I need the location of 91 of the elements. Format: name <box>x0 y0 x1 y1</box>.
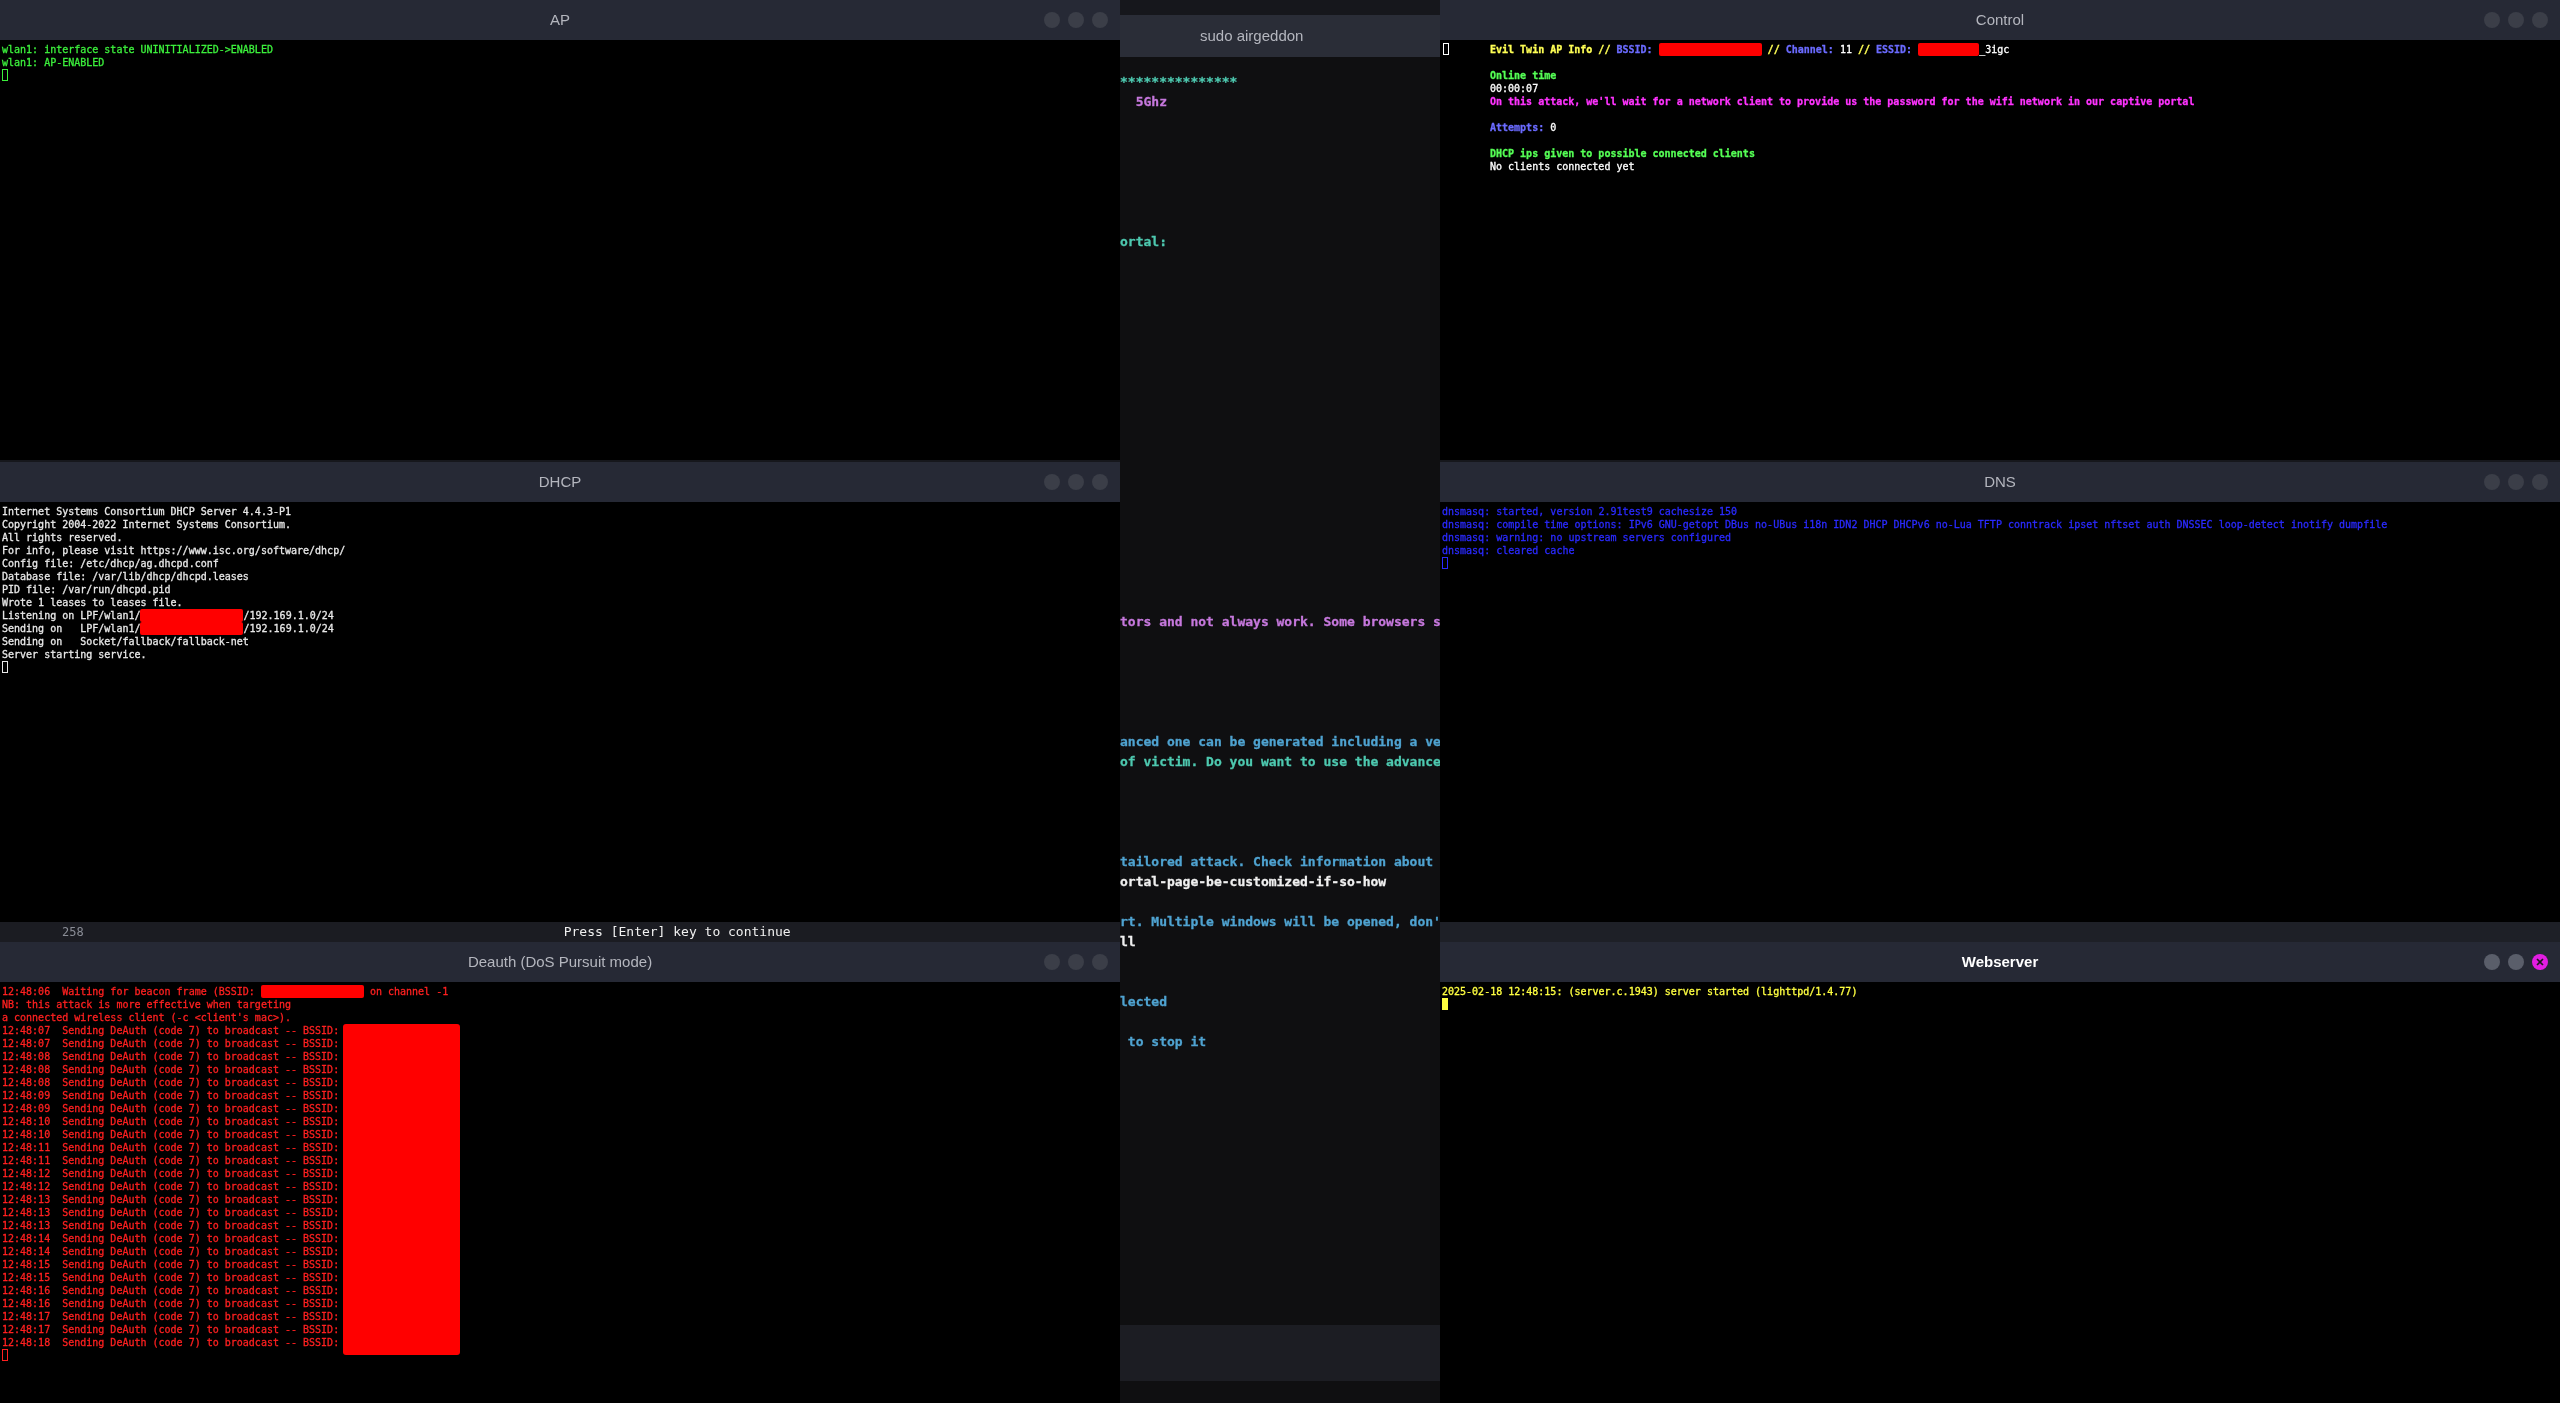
terminal-text: ortal-page-be-customized-if-so-how <box>1120 874 1387 889</box>
terminal-text: 12:48:13 Sending DeAuth (code 7) to broadcast -- BSSID: <box>2 1207 340 1218</box>
terminal-text: tailored attack. Check information about <box>1120 854 1434 869</box>
terminal-text: a connected wireless client (-c <client's mac>). <box>2 1012 291 1023</box>
terminal-text: Listening on LPF/wlan1/ <box>2 610 141 621</box>
minimize-button[interactable] <box>2484 954 2500 970</box>
terminal-text: lected <box>1120 994 1167 1009</box>
terminal-text: Config file: /etc/dhcp/ag.dhcpd.conf <box>2 558 219 569</box>
terminal-text: 00:00:07 <box>1490 83 1539 94</box>
terminal-text: 12:48:08 Sending DeAuth (code 7) to broadcast -- BSSID: <box>2 1064 340 1075</box>
terminal-text: 12:48:07 Sending DeAuth (code 7) to broadcast -- BSSID: <box>2 1038 340 1049</box>
terminal-text: /192.169.1.0/24 <box>243 610 334 621</box>
terminal-text: Internet Systems Consortium DHCP Server 4.4.3-P1 <box>2 506 291 517</box>
line-number: 258 <box>62 924 84 940</box>
terminal-text: _3igc <box>1979 44 2010 55</box>
terminal-text: dnsmasq: compile time options: IPv6 GNU-getopt DBus no-UBus i18n IDN2 DHCP DHCPv6 no-Lua TFTP conntrack ipset nftset auth DNSSEC loop-detect inotify dumpfile <box>1442 519 2388 530</box>
terminal-text: *************** <box>1120 74 1238 89</box>
terminal-text: 12:48:14 Sending DeAuth (code 7) to broadcast -- BSSID: <box>2 1233 340 1244</box>
terminal-text: anced one can be generated including a ve <box>1120 734 1440 749</box>
terminal-text: rt. Multiple windows will be opened, don' <box>1120 914 1440 929</box>
terminal-text: 2025-02-18 12:48:15: (server.c.1943) server started (lighttpd/1.4.77) <box>1442 986 1858 997</box>
terminal-text: Database file: /var/lib/dhcp/dhcpd.leases <box>2 571 249 582</box>
terminal-text: For info, please visit https://www.isc.org/software/dhcp/ <box>2 545 346 556</box>
window-title: sudo airgeddon <box>1200 25 1304 46</box>
terminal-text: 12:48:06 Waiting for beacon frame (BSSID: <box>2 986 256 997</box>
window-title: AP <box>550 9 570 30</box>
terminal-text: wlan1: interface state UNINITIALIZED->ENABLED <box>2 44 273 55</box>
terminal-text: ESSID: <box>1876 44 1914 55</box>
terminal-text: 12:48:17 Sending DeAuth (code 7) to broadcast -- BSSID: <box>2 1311 340 1322</box>
window-title: Control <box>1975 9 2025 30</box>
terminal-text: tors and not always work. Some browsers s <box>1120 614 1440 629</box>
terminal-text: 11 <box>1839 44 1853 55</box>
terminal-text: on channel -1 <box>368 986 449 997</box>
terminal-text: 12:48:12 Sending DeAuth (code 7) to broadcast -- BSSID: <box>2 1168 340 1179</box>
terminal-text: 12:48:08 Sending DeAuth (code 7) to broadcast -- BSSID: <box>2 1077 340 1088</box>
terminal-text: 5Ghz <box>1134 94 1167 109</box>
window-title: DHCP <box>538 471 582 492</box>
terminal-text: // <box>1857 44 1871 55</box>
terminal-text: 12:48:16 Sending DeAuth (code 7) to broadcast -- BSSID: <box>2 1285 340 1296</box>
terminal-text: 12:48:10 Sending DeAuth (code 7) to broadcast -- BSSID: <box>2 1116 340 1127</box>
terminal-text: Attempts: <box>1490 122 1546 133</box>
terminal-text: 12:48:10 Sending DeAuth (code 7) to broadcast -- BSSID: <box>2 1129 340 1140</box>
terminal-text: 12:48:17 Sending DeAuth (code 7) to broadcast -- BSSID: <box>2 1324 340 1335</box>
window-title: Webserver <box>1961 951 2039 972</box>
terminal-text: PID file: /var/run/dhcpd.pid <box>2 584 171 595</box>
terminal-text: 12:48:14 Sending DeAuth (code 7) to broadcast -- BSSID: <box>2 1246 340 1257</box>
terminal-text: 12:48:13 Sending DeAuth (code 7) to broadcast -- BSSID: <box>2 1194 340 1205</box>
terminal-text: BSSID: <box>1616 44 1654 55</box>
terminal-text: 12:48:09 Sending DeAuth (code 7) to broadcast -- BSSID: <box>2 1103 340 1114</box>
terminal-text: 12:48:15 Sending DeAuth (code 7) to broadcast -- BSSID: <box>2 1272 340 1283</box>
terminal-text: DHCP ips given to possible connected clients <box>1490 148 1755 159</box>
terminal-text: dnsmasq: cleared cache <box>1442 545 1575 556</box>
window-title: DNS <box>1984 471 2016 492</box>
terminal-text: No clients connected yet <box>1490 161 1635 172</box>
maximize-button[interactable] <box>2508 954 2524 970</box>
terminal-text: of victim. Do you want to use the advance <box>1120 754 1440 769</box>
redaction-block <box>1918 43 1980 56</box>
terminal-text: Server starting service. <box>2 649 147 660</box>
terminal-text: wlan1: AP-ENABLED <box>2 57 105 68</box>
terminal-text: 12:48:09 Sending DeAuth (code 7) to broadcast -- BSSID: <box>2 1090 340 1101</box>
terminal-text: dnsmasq: started, version 2.91test9 cachesize 150 <box>1442 506 1737 517</box>
terminal-text: 12:48:16 Sending DeAuth (code 7) to broadcast -- BSSID: <box>2 1298 340 1309</box>
terminal-text: Online time <box>1490 70 1557 81</box>
terminal-text: 12:48:11 Sending DeAuth (code 7) to broadcast -- BSSID: <box>2 1142 340 1153</box>
terminal-text: Wrote 1 leases to leases file. <box>2 597 183 608</box>
terminal-text: ll <box>1120 934 1136 949</box>
terminal-text: 12:48:18 Sending DeAuth (code 7) to broadcast -- BSSID: <box>2 1337 340 1348</box>
terminal-text: 12:48:07 Sending DeAuth (code 7) to broadcast -- BSSID: <box>2 1025 340 1036</box>
terminal-text: to stop it <box>1126 1034 1207 1049</box>
terminal-text: 12:48:12 Sending DeAuth (code 7) to broadcast -- BSSID: <box>2 1181 340 1192</box>
terminal-text: 0 <box>1550 122 1557 133</box>
prompt-text: Press [Enter] key to continue <box>563 924 791 940</box>
terminal-text: dnsmasq: warning: no upstream servers configured <box>1442 532 1731 543</box>
window-title: Deauth (DoS Pursuit mode) <box>467 951 653 972</box>
terminal-text: All rights reserved. <box>2 532 123 543</box>
terminal-text: Sending on LPF/wlan1/ <box>2 623 141 634</box>
terminal-text: NB: this attack is more effective when targeting <box>2 999 291 1010</box>
terminal-text: // <box>1766 44 1781 55</box>
terminal-text: ortal: <box>1120 234 1167 249</box>
terminal-text: On this attack, we'll wait for a network client to provide us the password for the wifi network in our captive portal <box>1490 96 2195 107</box>
terminal-text: 12:48:15 Sending DeAuth (code 7) to broadcast -- BSSID: <box>2 1259 340 1270</box>
terminal-text: /192.169.1.0/24 <box>243 623 334 634</box>
close-button[interactable] <box>2532 954 2548 970</box>
terminal-text: Channel: <box>1785 44 1835 55</box>
terminal-text: Sending on Socket/fallback/fallback-net <box>2 636 249 647</box>
terminal-text: 12:48:13 Sending DeAuth (code 7) to broadcast -- BSSID: <box>2 1220 340 1231</box>
terminal-text: 12:48:08 Sending DeAuth (code 7) to broadcast -- BSSID: <box>2 1051 340 1062</box>
close-icon <box>2536 958 2544 966</box>
terminal-text: Evil Twin AP Info // <box>1490 44 1612 55</box>
terminal-text: 12:48:11 Sending DeAuth (code 7) to broadcast -- BSSID: <box>2 1155 340 1166</box>
terminal-text: Copyright 2004-2022 Internet Systems Consortium. <box>2 519 291 530</box>
